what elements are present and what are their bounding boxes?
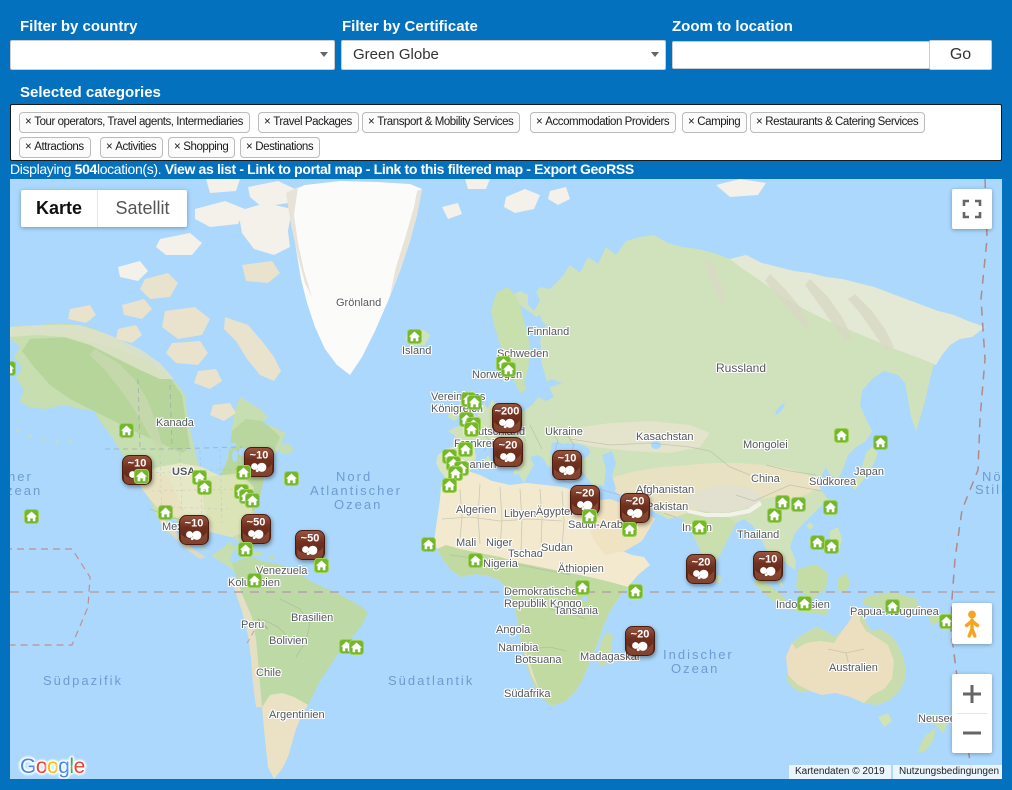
svg-text:1: 1 xyxy=(200,483,205,493)
svg-text:~50: ~50 xyxy=(301,533,320,545)
svg-text:~20: ~20 xyxy=(631,629,650,641)
svg-text:~200: ~200 xyxy=(495,406,520,418)
svg-text:~10: ~10 xyxy=(558,453,577,465)
svg-text:~10: ~10 xyxy=(250,450,269,462)
svg-text:~10: ~10 xyxy=(185,518,204,530)
svg-text:~50: ~50 xyxy=(247,517,266,529)
svg-text:~20: ~20 xyxy=(692,557,711,569)
svg-text:~20: ~20 xyxy=(576,488,595,500)
svg-text:~10: ~10 xyxy=(128,458,147,470)
svg-text:~20: ~20 xyxy=(626,496,645,508)
svg-text:~20: ~20 xyxy=(499,440,518,452)
svg-text:~10: ~10 xyxy=(759,554,778,566)
